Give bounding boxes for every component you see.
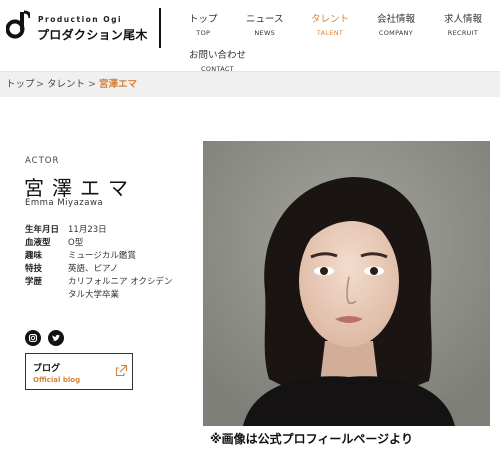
nav-news-label-ja: ニュース (246, 14, 284, 25)
nav-recruit-label-en: RECRUIT (447, 29, 479, 37)
nav-talent-label-ja: タレント (311, 14, 350, 25)
header-divider (159, 8, 161, 48)
breadcrumb-separator: > (36, 79, 44, 90)
logo-mark-icon (6, 10, 30, 39)
nav-top-label-ja: トップ (189, 14, 218, 25)
blog-title: ブログ (33, 364, 61, 374)
nav-company-label-ja: 会社情報 (377, 14, 416, 25)
detail-value-blood: O型 (68, 238, 84, 248)
detail-value-education: カリフォルニア オクシデン (68, 277, 173, 287)
talent-category: ACTOR (25, 156, 60, 166)
detail-label-education: 学歴 (25, 277, 43, 287)
nav-company-label-en: COMPANY (378, 29, 414, 37)
detail-value-skill: 英語、ピアノ (68, 264, 119, 274)
brand-logo[interactable]: Production Ogi プロダクション尾木 (6, 10, 156, 44)
nav-company[interactable]: 会社情報 COMPANY (377, 14, 415, 38)
breadcrumb: トップ > タレント > 宮澤エマ (0, 71, 500, 97)
breadcrumb-item-current: 宮澤エマ (99, 79, 138, 90)
brand-name-en: Production Ogi (38, 15, 123, 24)
nav-news-label-en: NEWS (254, 29, 276, 37)
breadcrumb-item-talent[interactable]: タレント (47, 79, 85, 91)
nav-top-label-en: TOP (196, 29, 211, 37)
instagram-icon[interactable] (25, 330, 41, 346)
detail-label-skill: 特技 (25, 264, 43, 274)
twitter-icon[interactable] (48, 330, 64, 346)
brand-name-ja: プロダクション尾木 (37, 28, 148, 42)
image-credit-caption: ※画像は公式プロフィールページより (210, 432, 413, 446)
official-blog-link[interactable]: ブログ Official blog (25, 353, 133, 390)
nav-talent[interactable]: タレント TALENT (311, 14, 349, 38)
nav-recruit[interactable]: 求人情報 RECRUIT (444, 14, 482, 38)
talent-name-ja: 宮澤エマ (24, 176, 136, 200)
nav-news[interactable]: ニュース NEWS (246, 14, 284, 38)
blog-subtitle: Official blog (33, 376, 81, 384)
external-link-icon (115, 364, 128, 377)
breadcrumb-separator: > (88, 79, 96, 90)
nav-contact-label-ja: お問い合わせ (189, 50, 247, 61)
nav-top[interactable]: トップ TOP (189, 14, 218, 38)
site-header: Production Ogi プロダクション尾木 トップ TOP ニュース NE… (0, 0, 500, 73)
nav-talent-label-en: TALENT (316, 29, 344, 37)
talent-name-en: Emma Miyazawa (25, 198, 104, 208)
nav-recruit-label-ja: 求人情報 (444, 14, 483, 25)
breadcrumb-item-top[interactable]: トップ (6, 79, 35, 91)
talent-photo (203, 141, 490, 426)
detail-value-birthday: 11月23日 (68, 225, 107, 235)
detail-label-hobby: 趣味 (25, 251, 43, 261)
detail-value-hobby: ミュージカル鑑賞 (68, 251, 136, 261)
detail-label-birthday: 生年月日 (25, 225, 60, 235)
detail-value-education-cont: タル大学卒業 (68, 290, 120, 300)
detail-label-blood: 血液型 (25, 238, 51, 248)
